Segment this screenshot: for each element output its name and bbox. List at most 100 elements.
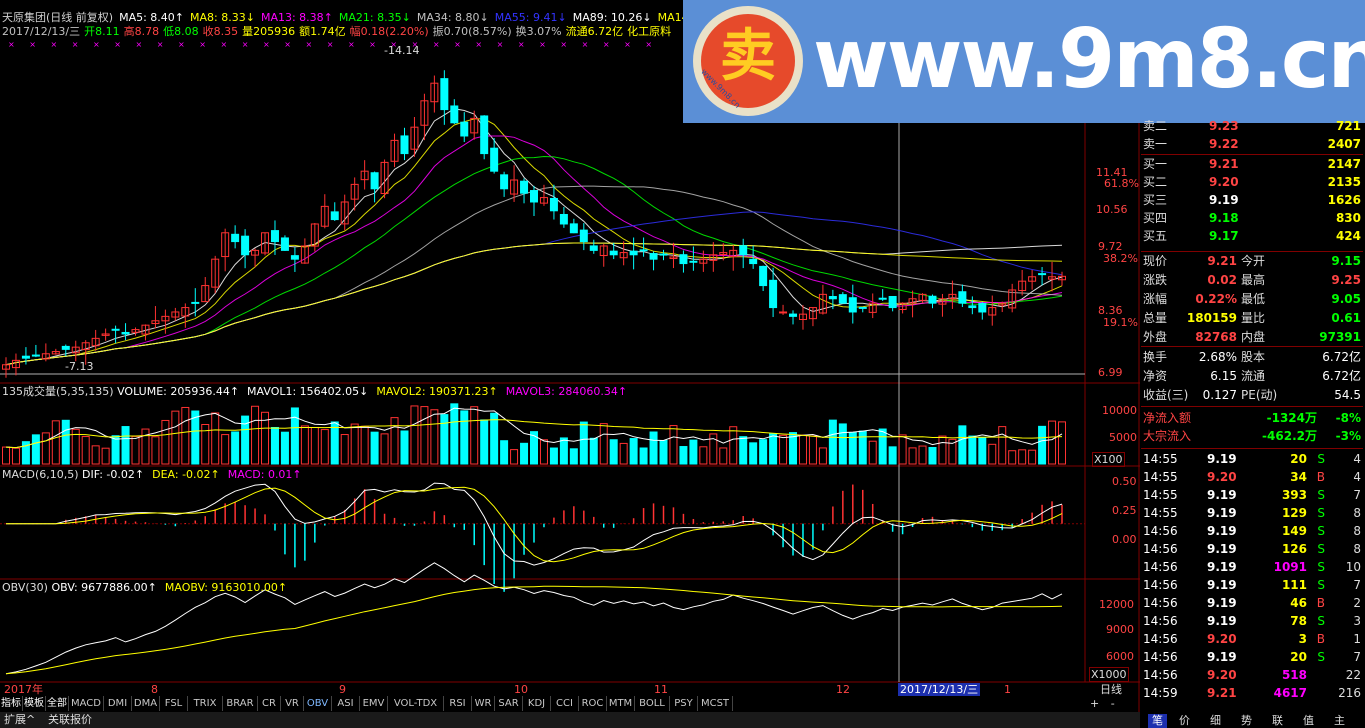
tick-volume: 129 [1281, 506, 1307, 520]
buy-row: 买一 9.21 2147 [1141, 155, 1363, 173]
candle-body [679, 254, 688, 265]
tick-time: 14:56 [1143, 596, 1178, 610]
stat-label: PE(动) [1241, 388, 1278, 402]
indicator-tab-wr[interactable]: WR [472, 696, 495, 711]
quote-value: 82768 [1195, 330, 1237, 344]
candle-body [280, 237, 289, 251]
tab-expand[interactable]: 扩展^ [4, 713, 35, 727]
quote-value: 0.02 [1207, 273, 1237, 287]
indicator-tab-kdj[interactable]: KDJ [523, 696, 551, 711]
stat-label: 换手 [1143, 350, 1168, 364]
right-tab-0[interactable]: 笔 [1148, 714, 1167, 728]
indicator-tab-psy[interactable]: PSY [670, 696, 698, 711]
indicator-tab-rsi[interactable]: RSI [444, 696, 472, 711]
order-volume: 2407 [1327, 137, 1361, 151]
volume-bar [360, 425, 369, 465]
quote-label: 内盘 [1241, 330, 1266, 344]
indicator-tab-cr[interactable]: CR [258, 696, 281, 711]
volume-bar [11, 447, 20, 465]
indicator-tab-dma[interactable]: DMA [132, 696, 160, 711]
volume-bar [171, 410, 180, 465]
candle-body [111, 328, 120, 331]
indicator-tab-mtm[interactable]: MTM [607, 696, 635, 711]
indicator-tab-obv[interactable]: OBV [304, 696, 332, 711]
tick-row: 14:59 9.21 4617 216 [1141, 684, 1363, 702]
indicator-tab-cci[interactable]: CCI [551, 696, 579, 711]
indicator-tab-trix[interactable]: TRIX [188, 696, 223, 711]
volume-axis-label: 5000 [1109, 431, 1137, 444]
volume-bar [868, 440, 877, 465]
buy-row: 买五 9.17 424 [1141, 227, 1363, 245]
watermark-logo-glyph: 卖 [720, 24, 776, 89]
volume-bar [988, 443, 997, 465]
tick-time: 14:56 [1143, 650, 1178, 664]
bottom-tab-bar: 扩展^ 关联报价 [0, 712, 1140, 728]
indicator-tab-vr[interactable]: VR [281, 696, 304, 711]
flow-row: 净流入额 -1324万 -8% [1141, 409, 1363, 427]
add-icon[interactable]: + [1090, 697, 1099, 710]
tick-row: 14:56 9.19 78 S 3 [1141, 612, 1363, 630]
chart-header-line1: 天原集团(日线 前复权) MA5: 8.40↑ MA8: 8.33↓ MA13: 8.… [2, 11, 705, 24]
stat-value: 6.72亿 [1322, 369, 1361, 383]
candle-body [609, 250, 618, 256]
header-item: 低8.08 [163, 25, 199, 38]
volume-bar [639, 447, 648, 465]
quote-panel: 卖二 9.23 721 卖一 9.22 2407 买一 9.21 2147 买二 9.20 2135… [1141, 119, 1365, 713]
right-tab-2[interactable]: 细 [1210, 714, 1221, 728]
volume-bar [779, 434, 788, 465]
indicator-tab-mcst[interactable]: MCST [698, 696, 733, 711]
right-tab-4[interactable]: 联 [1272, 714, 1283, 728]
tick-volume: 20 [1290, 452, 1307, 466]
right-tab-5[interactable]: 值 [1303, 714, 1314, 728]
indicator-tab-brar[interactable]: BRAR [223, 696, 258, 711]
volume-bar [689, 439, 698, 465]
tick-count: 4 [1353, 452, 1361, 466]
volume-bar [390, 417, 399, 465]
volume-bar [828, 419, 837, 465]
order-volume: 424 [1335, 229, 1361, 243]
tick-row: 14:56 9.19 111 S 7 [1141, 576, 1363, 594]
period-label[interactable]: 日线 [1100, 683, 1122, 696]
tick-price: 9.19 [1207, 596, 1237, 610]
indicator-tab-全部[interactable]: 全部 [46, 696, 69, 711]
quote-value: 9.25 [1331, 273, 1361, 287]
tick-row: 14:56 9.19 1091 S 10 [1141, 558, 1363, 576]
date-label: 1 [1004, 683, 1011, 696]
header-item: 额1.74亿 [299, 25, 346, 38]
obv-axis-label: 12000 [1099, 598, 1134, 611]
header-item: 振0.70(8.57%) [432, 25, 512, 38]
quote-label: 最低 [1241, 292, 1266, 306]
indicator-tab-sar[interactable]: SAR [495, 696, 523, 711]
indicator-tab-roc[interactable]: ROC [579, 696, 607, 711]
indicator-tab-dmi[interactable]: DMI [104, 696, 132, 711]
tick-side: S [1317, 650, 1325, 664]
indicator-tab-指标[interactable]: 指标 [0, 696, 23, 711]
volume-bar [808, 435, 817, 465]
stat-label: 收益(三) [1143, 388, 1189, 402]
indicator-tab-模板[interactable]: 模板 [23, 696, 46, 711]
right-tab-1[interactable]: 价 [1179, 714, 1190, 728]
indicator-tab-emv[interactable]: EMV [360, 696, 388, 711]
tick-price: 9.19 [1207, 506, 1237, 520]
candle-body [21, 355, 30, 359]
right-tab-3[interactable]: 势 [1241, 714, 1252, 728]
right-tab-6[interactable]: 主 [1334, 714, 1345, 728]
tick-volume: 46 [1290, 596, 1307, 610]
indicator-tab-vol-tdx[interactable]: VOL-TDX [388, 696, 444, 711]
candle-body [878, 297, 887, 300]
indicator-tab-boll[interactable]: BOLL [635, 696, 670, 711]
candle-body [490, 147, 499, 172]
candle-body [958, 291, 967, 304]
volume-bar [898, 434, 907, 465]
minus-icon[interactable]: - [1111, 697, 1115, 710]
indicator-tab-macd[interactable]: MACD [69, 696, 104, 711]
stat-row: 净资 6.15 流通 6.72亿 [1141, 367, 1363, 385]
header-item: 收8.35 [202, 25, 239, 38]
candle-body [241, 235, 250, 256]
indicator-tab-asi[interactable]: ASI [332, 696, 360, 711]
candle-body [689, 260, 698, 263]
volume-bar [51, 420, 60, 465]
quote-label: 现价 [1143, 254, 1168, 268]
indicator-tab-fsl[interactable]: FSL [160, 696, 188, 711]
tab-related-quotes[interactable]: 关联报价 [48, 713, 92, 727]
